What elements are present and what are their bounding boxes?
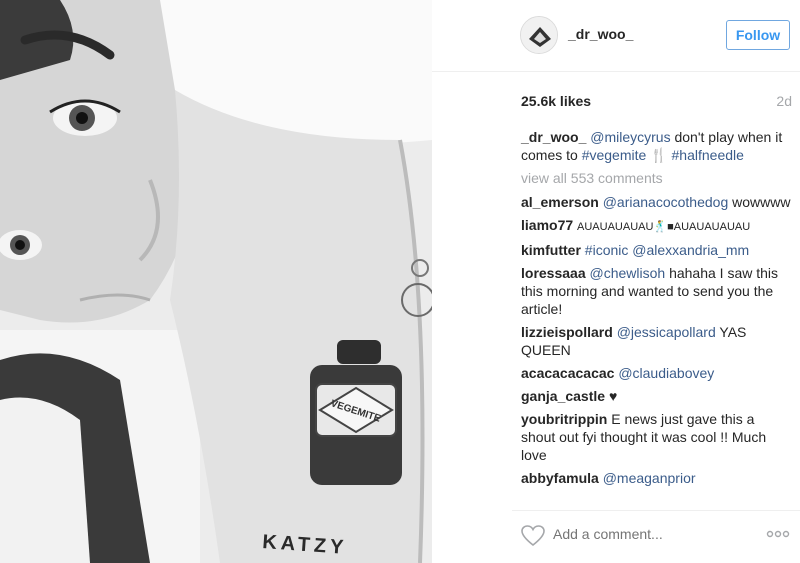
heart-emoji-icon: ♥: [608, 388, 618, 404]
comment-user[interactable]: abbyfamula: [521, 470, 599, 486]
follow-button[interactable]: Follow: [726, 20, 790, 50]
comment-user[interactable]: lizzieispollard: [521, 324, 613, 340]
comment-item: kimfutter #iconic @alexxandria_mm: [521, 241, 791, 259]
comment-user[interactable]: kimfutter: [521, 242, 581, 258]
avatar[interactable]: [520, 16, 558, 54]
comment-mention[interactable]: @jessicapollard: [617, 324, 716, 340]
comments-list: _dr_woo_ @mileycyrus don't play when it …: [521, 128, 791, 492]
comment-item: acacacacacac @claudiabovey: [521, 364, 791, 382]
caption-tag-vegemite[interactable]: #vegemite: [582, 147, 647, 163]
comment-mention[interactable]: @arianacocothedog: [603, 194, 729, 210]
likes-count[interactable]: 25.6k likes: [521, 93, 591, 109]
comment-text: wowwww: [732, 194, 791, 210]
caption-user[interactable]: _dr_woo_: [521, 129, 586, 145]
comment-mention[interactable]: @chewlisoh: [590, 265, 666, 281]
caption-tag-halfneedle[interactable]: #halfneedle: [672, 147, 744, 163]
comment-footer: [512, 510, 800, 563]
post-time[interactable]: 2d: [776, 93, 792, 109]
comment-mention[interactable]: @alexxandria_mm: [632, 242, 749, 258]
comment-user[interactable]: liamo77: [521, 217, 573, 233]
comment-user[interactable]: youbritrippin: [521, 411, 607, 427]
comment-item: lizzieispollard @jessicapollard YAS QUEE…: [521, 323, 791, 359]
comment-user[interactable]: ganja_castle: [521, 388, 605, 404]
more-options-icon[interactable]: [766, 527, 790, 541]
comment-user[interactable]: al_emerson: [521, 194, 599, 210]
add-comment-input[interactable]: [553, 524, 743, 544]
caption-mention[interactable]: @mileycyrus: [590, 129, 670, 145]
photo-illustration: VEGEMITE KATZY: [0, 0, 432, 563]
post-username[interactable]: _dr_woo_: [568, 26, 633, 42]
view-all-comments-link[interactable]: view all 553 comments: [521, 169, 791, 187]
post-photo[interactable]: VEGEMITE KATZY: [0, 0, 432, 563]
post-header: _dr_woo_ Follow: [432, 0, 800, 72]
comment-item: loressaaa @chewlisoh hahaha I saw this t…: [521, 264, 791, 318]
comment-user[interactable]: loressaaa: [521, 265, 586, 281]
avatar-image: [521, 17, 557, 53]
comment-item: abbyfamula @meaganprior: [521, 469, 791, 487]
comment-item: youbritrippin E news just gave this a sh…: [521, 410, 791, 464]
comment-mention[interactable]: @meaganprior: [603, 470, 696, 486]
comment-item: liamo77 AUAUAUAUAU🕺■AUAUAUAUAU: [521, 216, 791, 236]
comment-item: al_emerson @arianacocothedog wowwww: [521, 193, 791, 211]
comment-text: AUAUAUAUAU🕺■AUAUAUAUAU: [577, 221, 751, 233]
comment-mention[interactable]: @claudiabovey: [618, 365, 714, 381]
comment-tag[interactable]: #iconic: [585, 242, 629, 258]
post-details-panel: _dr_woo_ Follow 25.6k likes 2d _dr_woo_ …: [432, 0, 800, 563]
caption: _dr_woo_ @mileycyrus don't play when it …: [521, 128, 791, 164]
heart-icon[interactable]: [520, 523, 546, 549]
fork-knife-icon: 🍴: [650, 147, 668, 163]
comment-user[interactable]: acacacacacac: [521, 365, 614, 381]
comment-item: ganja_castle ♥: [521, 387, 791, 405]
